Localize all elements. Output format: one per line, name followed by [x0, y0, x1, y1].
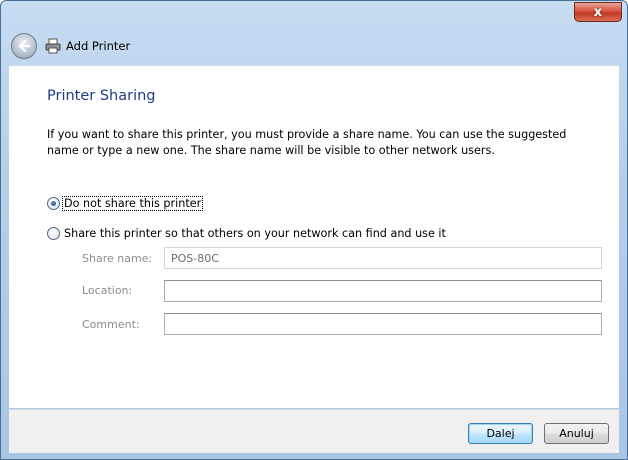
radio-no-share-label[interactable]: Do not share this printer [61, 196, 204, 211]
location-label: Location: [82, 284, 133, 297]
cancel-button[interactable]: Anuluj [544, 423, 609, 444]
nav-title: Add Printer [66, 39, 131, 53]
printer-icon [45, 38, 61, 54]
title-bar[interactable]: x [1, 1, 627, 29]
radio-selected-dot [51, 201, 56, 206]
radio-share-label[interactable]: Share this printer so that others on you… [63, 227, 447, 240]
navigation-bar: Add Printer [1, 29, 627, 63]
radio-share-button[interactable] [47, 227, 60, 240]
back-arrow-icon [18, 39, 31, 53]
comment-input[interactable] [164, 313, 602, 335]
location-input[interactable] [164, 280, 602, 302]
add-printer-window: x Add Printer Printer Sharing If you wan… [0, 0, 628, 460]
content-area: Printer Sharing If you want to share thi… [9, 65, 619, 408]
description-text: If you want to share this printer, you m… [47, 128, 567, 157]
footer-bar: Dalej Anuluj [9, 409, 619, 453]
page-title: Printer Sharing [47, 88, 156, 104]
radio-share[interactable]: Share this printer so that others on you… [47, 227, 447, 240]
back-button[interactable] [11, 33, 37, 59]
share-name-input[interactable] [164, 247, 602, 269]
comment-label: Comment: [82, 318, 140, 331]
radio-no-share-button[interactable] [47, 197, 60, 210]
radio-no-share[interactable]: Do not share this printer [47, 196, 204, 211]
close-icon: x [593, 4, 603, 20]
close-button[interactable]: x [574, 2, 622, 22]
share-name-label: Share name: [82, 252, 153, 265]
next-button[interactable]: Dalej [468, 423, 533, 444]
